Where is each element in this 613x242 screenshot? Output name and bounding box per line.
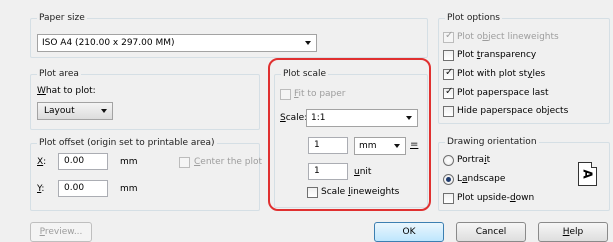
- y-offset-label: Y:: [37, 184, 45, 194]
- fit-to-paper-checkbox[interactable]: [280, 89, 291, 100]
- scale-unit-dropdown[interactable]: mm: [354, 137, 406, 155]
- radio-selected-dot: [446, 177, 451, 182]
- scale-label: Scale:: [280, 113, 308, 123]
- center-plot-label: Center the plot: [194, 157, 263, 167]
- fit-to-paper-label: Fit to paper: [294, 89, 346, 99]
- scale-unit-value: mm: [359, 141, 377, 151]
- scale-drawing-units-input[interactable]: 1: [308, 163, 348, 180]
- check-icon: ✓: [445, 30, 454, 41]
- landscape-radio[interactable]: [443, 174, 454, 185]
- landscape-page-icon: A: [578, 162, 597, 186]
- plot-options-title: Plot options: [445, 13, 502, 23]
- plot-upside-down-checkbox[interactable]: [443, 193, 454, 204]
- plot-with-plot-styles-label: Plot with plot styles: [457, 69, 546, 79]
- portrait-label: Portrait: [457, 155, 491, 165]
- plot-scale-title: Plot scale: [281, 69, 329, 79]
- chevron-down-icon: [394, 144, 400, 148]
- paper-size-dropdown[interactable]: ISO A4 (210.00 x 297.00 MM): [37, 34, 317, 52]
- paper-size-value: ISO A4 (210.00 x 297.00 MM): [42, 38, 175, 48]
- center-plot-checkbox[interactable]: [179, 157, 190, 168]
- y-offset-unit: mm: [120, 184, 138, 194]
- scale-value: 1:1: [311, 113, 326, 123]
- help-button[interactable]: Help: [538, 222, 608, 242]
- cancel-button[interactable]: Cancel: [456, 222, 526, 242]
- orientation-glyph: A: [580, 169, 595, 179]
- plot-upside-down-label: Plot upside-down: [457, 193, 535, 203]
- x-offset-unit: mm: [120, 157, 138, 167]
- hide-paperspace-objects-checkbox[interactable]: [443, 106, 454, 117]
- plot-object-lineweights-label: Plot object lineweights: [457, 32, 559, 42]
- plot-transparency-checkbox[interactable]: [443, 50, 454, 61]
- plot-paperspace-last-checkbox[interactable]: ✓: [443, 86, 454, 99]
- portrait-radio[interactable]: [443, 155, 454, 166]
- scale-lineweights-checkbox[interactable]: [307, 187, 318, 198]
- chevron-down-icon: [101, 109, 107, 113]
- paper-size-title: Paper size: [37, 13, 87, 23]
- landscape-label: Landscape: [457, 174, 506, 184]
- ok-button[interactable]: OK: [374, 222, 444, 242]
- preview-button[interactable]: Preview...: [30, 222, 92, 242]
- what-to-plot-dropdown[interactable]: Layout: [37, 102, 113, 120]
- what-to-plot-value: Layout: [44, 106, 75, 116]
- x-offset-label: X:: [37, 157, 47, 167]
- plot-transparency-label: Plot transparency: [457, 50, 537, 60]
- scale-paper-units-input[interactable]: 1: [308, 137, 348, 154]
- what-to-plot-label: What to plot:: [37, 86, 96, 96]
- plot-offset-title: Plot offset (origin set to printable are…: [37, 138, 217, 148]
- scale-dropdown[interactable]: 1:1: [306, 109, 418, 127]
- x-offset-input[interactable]: 0.00: [58, 153, 108, 170]
- chevron-down-icon: [305, 41, 311, 45]
- chevron-down-icon: [406, 116, 412, 120]
- plot-paperspace-last-label: Plot paperspace last: [457, 88, 549, 98]
- drawing-orientation-title: Drawing orientation: [445, 137, 539, 147]
- check-icon: ✓: [445, 67, 454, 78]
- scale-equals-label: =: [410, 139, 419, 150]
- scale-unit-label: unit: [354, 167, 372, 177]
- plot-area-title: Plot area: [37, 69, 81, 79]
- scale-lineweights-label: Scale lineweights: [321, 187, 400, 197]
- check-icon: ✓: [445, 86, 454, 97]
- plot-object-lineweights-checkbox[interactable]: ✓: [443, 30, 454, 43]
- hide-paperspace-objects-label: Hide paperspace objects: [457, 106, 569, 116]
- plot-with-plot-styles-checkbox[interactable]: ✓: [443, 67, 454, 80]
- y-offset-input[interactable]: 0.00: [58, 180, 108, 197]
